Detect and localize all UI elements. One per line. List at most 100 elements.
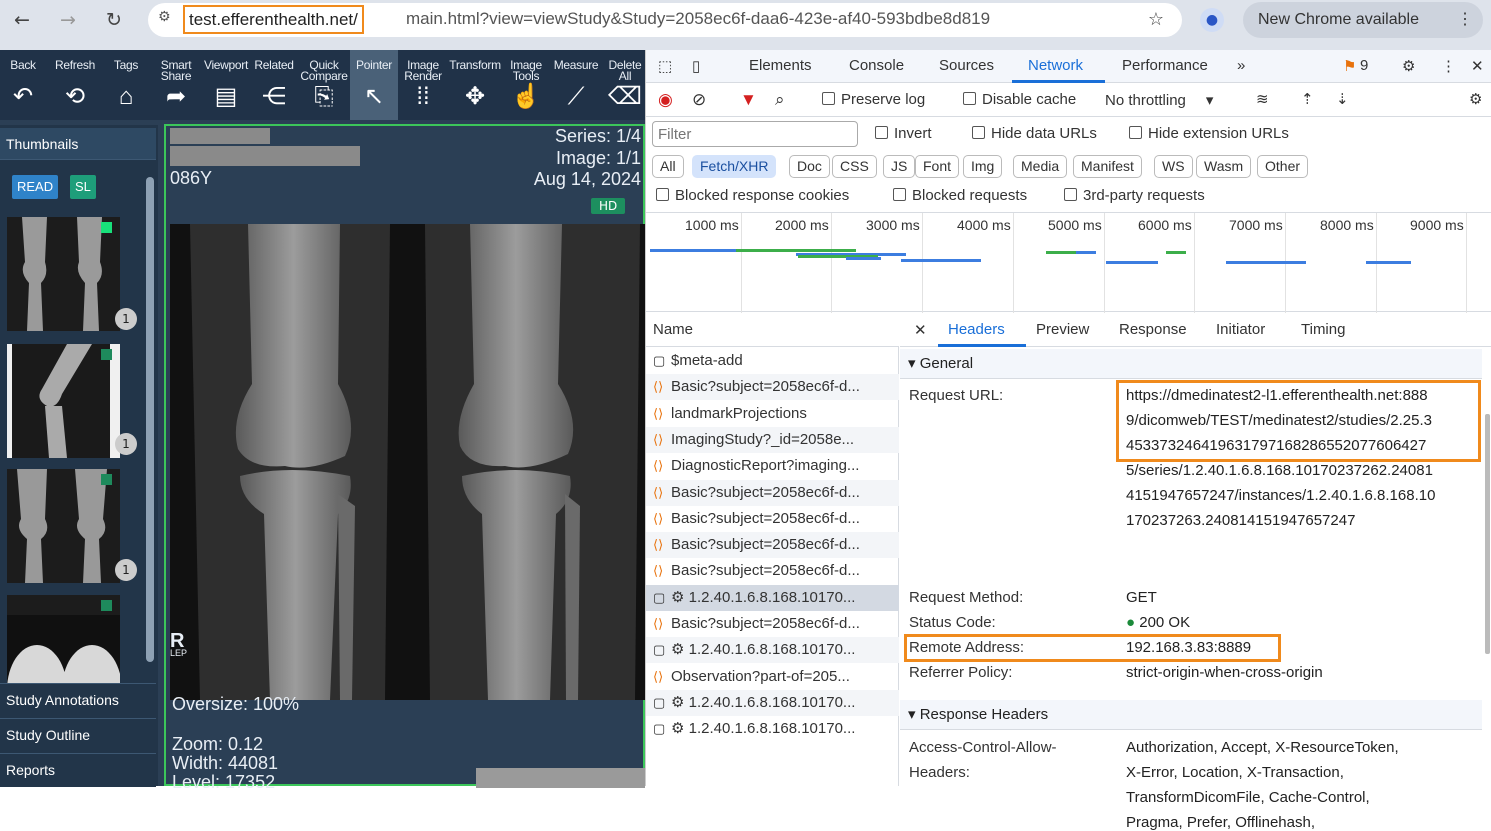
request-row[interactable]: ⟨⟩ Basic?subject=2058ec6f-d... [646,374,899,401]
clear-icon[interactable]: ⊘ [692,90,706,110]
request-row[interactable]: ⟨⟩ Observation?part-of=205... [646,664,899,690]
blocked-requests-checkbox[interactable]: Blocked requests [893,187,1027,204]
image-viewport[interactable]: 086Y Series: 1/4 Image: 1/1 Aug 14, 2024… [164,124,645,792]
network-overview-timeline[interactable]: 1000 ms 2000 ms 3000 ms 4000 ms 5000 ms 6000 … [646,212,1491,313]
address-bar[interactable]: ⚙ test.efferenthealth.net/ main.html?vie… [148,3,1182,37]
sl-badge[interactable]: SL [70,175,96,199]
request-row[interactable]: ▢ $meta-add [646,348,899,374]
request-row[interactable]: ⟨⟩ ImagingStudy?_id=2058e... [646,426,899,453]
kebab-menu-icon[interactable]: ⋮ [1457,2,1473,38]
tool-image-render[interactable]: Image Render ⁞⁞ [402,50,444,120]
chip-css[interactable]: CSS [832,155,877,178]
chip-fetchxhr[interactable]: Fetch/XHR [692,155,777,178]
tool-smart-share[interactable]: Smart Share ➦ [154,50,198,120]
name-column-header[interactable]: Name [646,314,899,347]
filter-funnel-icon[interactable]: ▼ [740,90,757,110]
device-toolbar-icon[interactable]: ▯ [692,57,700,75]
general-section-header[interactable]: ▾ General [900,349,1482,379]
request-row[interactable]: ▢ ⚙ 1.2.40.1.6.8.168.10170... [646,716,899,742]
tab-performance[interactable]: Performance [1122,57,1208,74]
more-tabs-icon[interactable]: » [1237,57,1245,74]
tool-back[interactable]: Back ↶ [4,50,42,120]
tool-image-tools[interactable]: Image Tools ☝ [506,50,546,120]
chip-img[interactable]: Img [963,155,1003,178]
kebab-menu-icon[interactable]: ⋮ [1441,57,1456,75]
request-row[interactable]: ▢ ⚙ 1.2.40.1.6.8.168.10170... [646,637,899,664]
hd-badge[interactable]: HD [591,198,626,214]
close-devtools-icon[interactable]: ✕ [1471,57,1484,75]
request-row[interactable]: ▢ ⚙ 1.2.40.1.6.8.168.10170... [646,584,899,611]
thumbnail-series-1[interactable] [7,217,120,331]
chip-manifest[interactable]: Manifest [1073,155,1142,178]
new-chrome-available-button[interactable]: New Chrome available ⋮ [1243,2,1483,38]
request-row[interactable]: ⟨⟩ Basic?subject=2058ec6f-d... [646,532,899,559]
thumbnail-scrollbar[interactable] [146,177,154,662]
invert-checkbox[interactable]: Invert [875,125,932,142]
chip-doc[interactable]: Doc [789,155,830,178]
request-row[interactable]: ⟨⟩ Basic?subject=2058ec6f-d... [646,506,899,532]
search-icon[interactable]: ⌕ [775,90,785,110]
reload-icon[interactable]: ↻ [106,9,122,31]
tab-timing[interactable]: Timing [1301,321,1345,338]
close-details-icon[interactable]: ✕ [914,321,927,339]
disable-cache-checkbox[interactable]: Disable cache [963,91,1076,108]
request-row[interactable]: ⟨⟩ DiagnosticReport?imaging... [646,453,899,479]
tool-pointer[interactable]: Pointer ↖ [350,50,398,120]
settings-gear-icon[interactable]: ⚙ [1402,57,1415,75]
issues-count[interactable]: 9 [1360,57,1368,74]
site-info-icon[interactable]: ⚙ [158,9,171,25]
tool-viewport[interactable]: Viewport ▤ [200,50,252,120]
study-annotations-panel[interactable]: Study Annotations [0,683,156,717]
thumbnail-series-2[interactable] [7,344,120,458]
preserve-log-checkbox[interactable]: Preserve log [822,91,925,108]
throttling-select[interactable]: No throttling ▾ [1105,91,1213,109]
bookmark-star-icon[interactable]: ☆ [1148,9,1164,30]
request-row[interactable]: ⟨⟩ landmarkProjections [646,401,899,427]
tab-console[interactable]: Console [849,57,904,74]
import-har-icon[interactable]: ⇡ [1301,90,1314,108]
reports-panel[interactable]: Reports [0,753,156,787]
tab-preview[interactable]: Preview [1036,321,1089,338]
tool-tags[interactable]: Tags ⌂ [106,50,146,120]
chip-other[interactable]: Other [1257,155,1309,178]
network-conditions-icon[interactable]: ≋ [1256,90,1269,108]
tool-related[interactable]: Related ⋲ [252,50,296,120]
tab-initiator[interactable]: Initiator [1216,321,1265,338]
tool-transform[interactable]: Transform ✥ [446,50,504,120]
tool-delete-all[interactable]: Delete All ⌫ [606,50,644,120]
export-har-icon[interactable]: ⇣ [1336,90,1349,108]
study-outline-panel[interactable]: Study Outline [0,718,156,752]
request-row[interactable]: ⟨⟩ Basic?subject=2058ec6f-d... [646,558,899,584]
response-headers-section-header[interactable]: ▾ Response Headers [900,700,1482,730]
back-arrow-icon[interactable]: ← [14,9,30,31]
chip-all[interactable]: All [652,155,684,178]
tab-headers[interactable]: Headers [948,321,1005,338]
hide-extension-urls-checkbox[interactable]: Hide extension URLs [1129,125,1289,142]
chip-ws[interactable]: WS [1154,155,1193,178]
network-settings-icon[interactable]: ⚙ [1469,90,1482,108]
tool-measure[interactable]: Measure ⟋ [550,50,602,120]
inspect-element-icon[interactable]: ⬚ [658,57,672,75]
tab-elements[interactable]: Elements [749,57,812,74]
filter-input[interactable] [652,121,858,147]
chip-wasm[interactable]: Wasm [1196,155,1252,178]
tool-refresh[interactable]: Refresh ⟲ [50,50,100,120]
chip-font[interactable]: Font [915,155,960,178]
thumbnails-header[interactable]: Thumbnails [0,128,156,160]
tab-response[interactable]: Response [1119,321,1187,338]
thumbnail-series-3[interactable] [7,469,120,583]
read-badge[interactable]: READ [12,175,59,199]
forward-arrow-icon[interactable]: → [60,9,76,31]
url-host[interactable]: test.efferenthealth.net/ [183,5,364,34]
tab-network[interactable]: Network [1028,57,1083,74]
issues-flag-icon[interactable]: ⚑ [1343,57,1356,75]
url-path[interactable]: main.html?view=viewStudy&Study=2058ec6f-… [406,9,990,29]
thumbnail-series-4[interactable] [7,595,120,695]
hide-data-urls-checkbox[interactable]: Hide data URLs [972,125,1097,142]
request-row[interactable]: ⟨⟩ Basic?subject=2058ec6f-d... [646,479,899,506]
tool-quick-compare[interactable]: Quick Compare ⎘ [300,50,348,120]
chip-media[interactable]: Media [1013,155,1068,178]
details-scrollbar[interactable] [1485,414,1490,654]
record-stop-icon[interactable]: ◉ [658,90,673,110]
tab-sources[interactable]: Sources [939,57,994,74]
